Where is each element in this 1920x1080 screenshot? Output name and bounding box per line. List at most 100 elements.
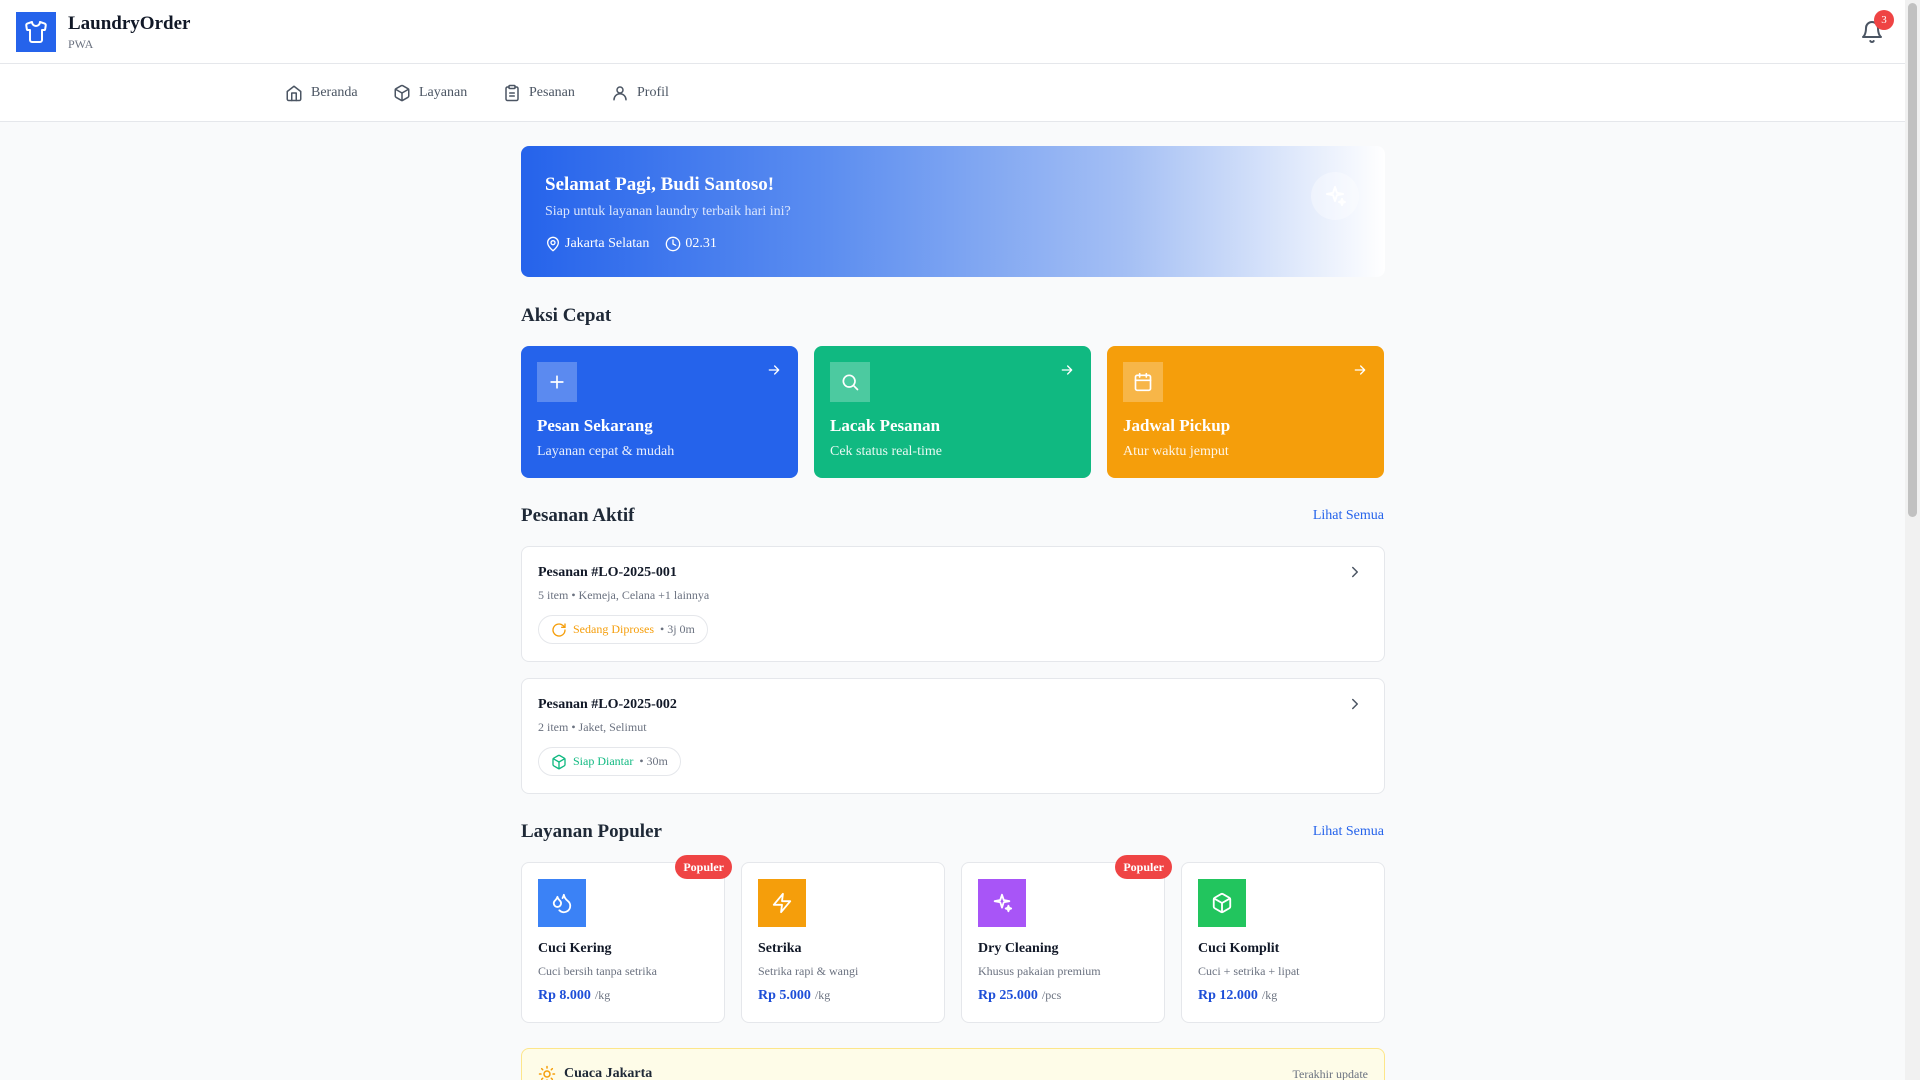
quick-action-subtitle: Cek status real-time bbox=[830, 444, 942, 459]
order-card[interactable]: Pesanan #LO-2025-002 2 item • Jaket, Sel… bbox=[521, 678, 1385, 794]
chevron-right-icon bbox=[1346, 563, 1364, 581]
quick-action-title: Lacak Pesanan bbox=[830, 416, 941, 435]
nav-label: Layanan bbox=[419, 85, 468, 100]
quick-action-title: Jadwal Pickup bbox=[1123, 416, 1231, 435]
greeting-meta: Jakarta Selatan 02.31 bbox=[545, 236, 717, 252]
service-desc: Khusus pakaian premium bbox=[978, 964, 1101, 978]
user-icon bbox=[613, 86, 627, 101]
sparkles-icon bbox=[1311, 172, 1359, 220]
service-name: Cuci Kering bbox=[538, 941, 612, 956]
nav-bar: Beranda Layanan Pesanan Profil bbox=[0, 64, 1905, 122]
status-text: Siap Diantar bbox=[573, 754, 634, 768]
greeting-banner: Selamat Pagi, Budi Santoso! Siap untuk l… bbox=[521, 146, 1385, 277]
shirt-logo-icon[interactable] bbox=[16, 12, 56, 52]
order-title: Pesanan #LO-2025-001 bbox=[538, 565, 677, 580]
service-name: Cuci Komplit bbox=[1198, 941, 1280, 956]
order-items: 2 item • Jaket, Selimut bbox=[538, 720, 647, 734]
scrollbar-thumb[interactable] bbox=[1908, 3, 1917, 517]
service-name: Dry Cleaning bbox=[978, 941, 1059, 956]
price-value: Rp 12.000 bbox=[1198, 988, 1258, 1003]
service-card-cuci-komplit[interactable]: Cuci Komplit Cuci + setrika + lipat Rp 1… bbox=[1181, 862, 1385, 1023]
weather-title: Cuaca Jakarta bbox=[538, 1065, 652, 1080]
quick-action-title: Pesan Sekarang bbox=[537, 416, 653, 435]
quick-action-subtitle: Layanan cepat & mudah bbox=[537, 444, 675, 459]
quick-action-subtitle: Atur waktu jemput bbox=[1123, 444, 1229, 459]
arrow-right-icon bbox=[766, 362, 782, 378]
order-card[interactable]: Pesanan #LO-2025-001 5 item • Kemeja, Ce… bbox=[521, 546, 1385, 662]
service-price: Rp 5.000 /kg bbox=[758, 988, 830, 1004]
service-name: Setrika bbox=[758, 941, 802, 956]
greeting-title: Selamat Pagi, Budi Santoso! bbox=[545, 174, 775, 195]
clock: 02.31 bbox=[665, 236, 717, 252]
service-card-setrika[interactable]: Setrika Setrika rapi & wangi Rp 5.000 /k… bbox=[741, 862, 945, 1023]
search-icon bbox=[830, 362, 870, 402]
nav-item-layanan[interactable]: Layanan bbox=[393, 83, 467, 103]
plus-icon bbox=[537, 362, 577, 402]
droplets-icon bbox=[538, 879, 586, 927]
service-desc: Setrika rapi & wangi bbox=[758, 964, 859, 978]
quick-actions-title: Aksi Cepat bbox=[521, 305, 612, 326]
nav-label: Beranda bbox=[311, 85, 358, 100]
service-price: Rp 25.000 /pcs bbox=[978, 988, 1061, 1004]
location-text: Jakarta Selatan bbox=[565, 236, 650, 251]
clipboard-icon bbox=[505, 84, 519, 102]
active-orders-title: Pesanan Aktif bbox=[521, 505, 635, 526]
price-value: Rp 25.000 bbox=[978, 988, 1038, 1003]
service-price: Rp 8.000 /kg bbox=[538, 988, 610, 1004]
brand: LaundryOrder PWA bbox=[68, 13, 190, 51]
nav-item-profil[interactable]: Profil bbox=[611, 83, 669, 103]
popular-badge: Populer bbox=[1115, 855, 1172, 879]
schedule-pickup-card[interactable]: Jadwal Pickup Atur waktu jemput bbox=[1107, 346, 1384, 478]
popular-services-title: Layanan Populer bbox=[521, 821, 662, 842]
track-order-card[interactable]: Lacak Pesanan Cek status real-time bbox=[814, 346, 1091, 478]
price-value: Rp 5.000 bbox=[758, 988, 811, 1003]
sun-icon bbox=[538, 1065, 556, 1080]
app-subtitle: PWA bbox=[68, 37, 94, 51]
clock-icon bbox=[666, 236, 681, 252]
price-value: Rp 8.000 bbox=[538, 988, 591, 1003]
status-text: Sedang Diproses bbox=[573, 622, 654, 636]
location: Jakarta Selatan bbox=[545, 236, 649, 252]
nav-label: Profil bbox=[637, 85, 669, 100]
chevron-right-icon bbox=[1346, 695, 1364, 713]
price-unit: /kg bbox=[814, 988, 831, 1002]
arrow-right-icon bbox=[1352, 362, 1368, 378]
calendar-icon bbox=[1123, 362, 1163, 402]
service-card-cuci-kering[interactable]: Cuci Kering Cuci bersih tanpa setrika Rp… bbox=[521, 855, 732, 1023]
weather-card: Cuaca Jakarta Terakhir update bbox=[521, 1048, 1385, 1080]
zap-icon bbox=[758, 879, 806, 927]
service-card-dry-cleaning[interactable]: Dry Cleaning Khusus pakaian premium Rp 2… bbox=[961, 855, 1172, 1023]
refresh-icon bbox=[552, 622, 566, 637]
sparkles-icon bbox=[978, 879, 1026, 927]
see-all-orders-link[interactable]: Lihat Semua bbox=[1313, 508, 1384, 524]
service-desc: Cuci + setrika + lipat bbox=[1198, 964, 1300, 978]
order-now-card[interactable]: Pesan Sekarang Layanan cepat & mudah bbox=[521, 346, 798, 478]
greeting-subtitle: Siap untuk layanan laundry terbaik hari … bbox=[545, 204, 791, 219]
nav-item-beranda[interactable]: Beranda bbox=[285, 83, 358, 103]
service-desc: Cuci bersih tanpa setrika bbox=[538, 964, 657, 978]
package-icon bbox=[552, 754, 566, 769]
nav-item-pesanan[interactable]: Pesanan bbox=[503, 83, 575, 103]
app-title: LaundryOrder bbox=[68, 13, 191, 34]
price-unit: /kg bbox=[594, 988, 611, 1002]
status-badge: Sedang Diproses • 3j 0m bbox=[538, 615, 708, 644]
notification-badge: 3 bbox=[1874, 10, 1894, 30]
map-pin-icon bbox=[547, 236, 559, 252]
top-bar: LaundryOrder PWA 3 bbox=[0, 0, 1905, 64]
see-all-services-link[interactable]: Lihat Semua bbox=[1313, 824, 1384, 840]
weather-updated: Terakhir update bbox=[1292, 1067, 1368, 1080]
order-title: Pesanan #LO-2025-002 bbox=[538, 697, 677, 712]
time-text: 02.31 bbox=[685, 236, 717, 251]
status-badge: Siap Diantar • 30m bbox=[538, 747, 681, 776]
order-items: 5 item • Kemeja, Celana +1 lainnya bbox=[538, 588, 710, 602]
package-icon bbox=[394, 84, 410, 102]
home-icon bbox=[286, 85, 302, 102]
nav-label: Pesanan bbox=[529, 85, 575, 100]
status-duration: • 3j 0m bbox=[660, 622, 695, 636]
weather-title-text: Cuaca Jakarta bbox=[564, 1066, 653, 1080]
service-price: Rp 12.000 /kg bbox=[1198, 988, 1277, 1004]
status-duration: • 30m bbox=[639, 754, 668, 768]
price-unit: /pcs bbox=[1041, 988, 1062, 1002]
arrow-right-icon bbox=[1059, 362, 1075, 378]
package-icon bbox=[1198, 879, 1246, 927]
